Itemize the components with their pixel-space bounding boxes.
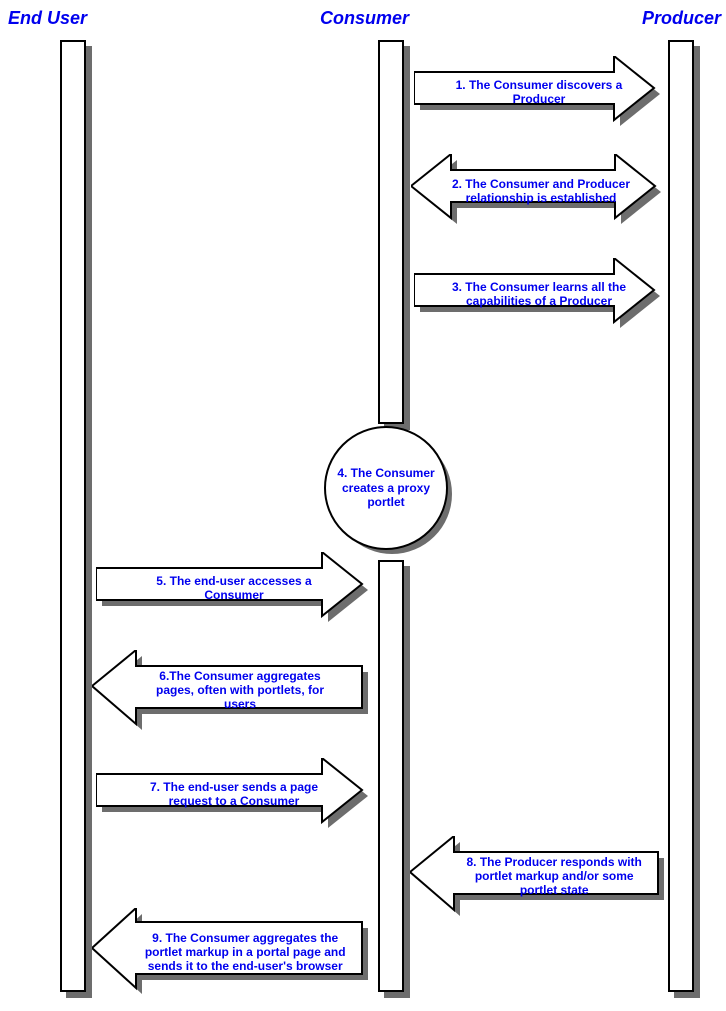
header-consumer: Consumer — [320, 8, 409, 29]
arrow-step-3: 3. The Consumer learns all the capabilit… — [414, 258, 664, 336]
arrow-step-2: 2. The Consumer and Producer relationshi… — [411, 154, 671, 234]
arrow-step-2-label: 2. The Consumer and Producer relationshi… — [446, 178, 636, 206]
arrow-step-5-label: 5. The end-user accesses a Consumer — [139, 575, 329, 603]
arrow-step-5: 5. The end-user accesses a Consumer — [96, 552, 372, 630]
arrow-step-8: 8. The Producer responds with portlet ma… — [410, 836, 668, 924]
arrow-step-3-label: 3. The Consumer learns all the capabilit… — [444, 281, 634, 309]
lifeline-consumer-bottom — [378, 560, 404, 992]
arrow-step-9: 9. The Consumer aggregates the portlet m… — [92, 908, 372, 1004]
arrow-step-7-label: 7. The end-user sends a page request to … — [139, 781, 329, 809]
arrow-step-7: 7. The end-user sends a page request to … — [96, 758, 372, 836]
lifeline-producer — [668, 40, 694, 992]
lifeline-consumer-top — [378, 40, 404, 424]
arrow-step-1: 1. The Consumer discovers a Producer — [414, 56, 664, 134]
arrow-step-8-label: 8. The Producer responds with portlet ma… — [459, 856, 649, 897]
lifeline-end-user — [60, 40, 86, 992]
circle-step-4-label: 4. The Consumer creates a proxy portlet — [326, 460, 446, 515]
header-end-user: End User — [8, 8, 87, 29]
arrow-step-9-label: 9. The Consumer aggregates the portlet m… — [135, 932, 355, 973]
arrow-step-1-label: 1. The Consumer discovers a Producer — [444, 79, 634, 107]
arrow-step-6: 6.The Consumer aggregates pages, often w… — [92, 650, 372, 738]
header-producer: Producer — [642, 8, 721, 29]
diagram-stage: End User Consumer Producer 1. The Consum… — [0, 0, 726, 1011]
arrow-step-6-label: 6.The Consumer aggregates pages, often w… — [140, 670, 340, 711]
